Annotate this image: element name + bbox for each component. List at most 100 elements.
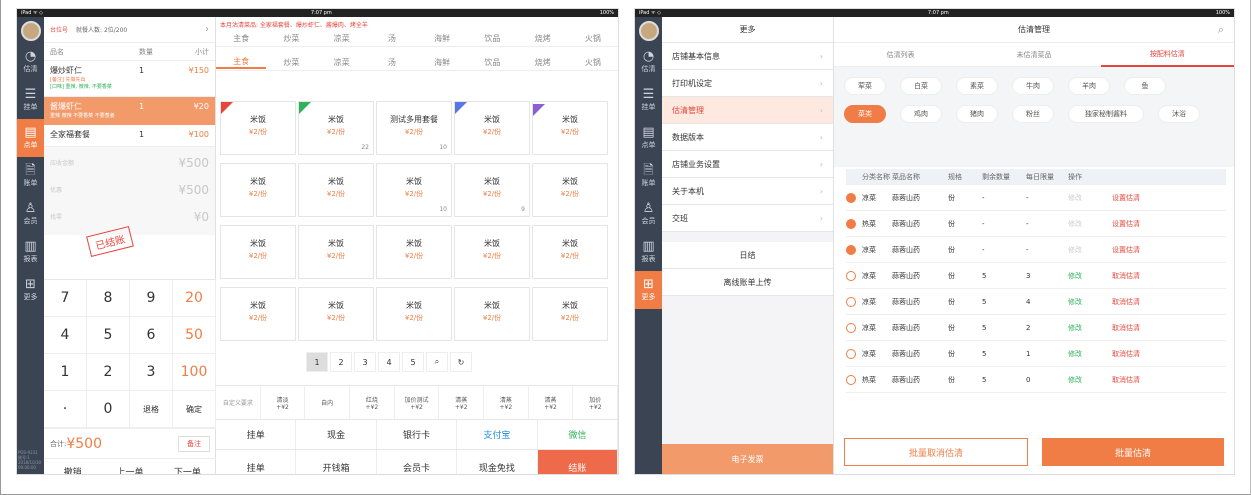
- avatar[interactable]: [638, 21, 659, 41]
- avatar[interactable]: [20, 21, 41, 41]
- keypad-key[interactable]: 1: [44, 354, 87, 391]
- more-menu-item[interactable]: 交班 ›: [662, 205, 833, 232]
- bottom-action-button[interactable]: 现金免找: [457, 450, 538, 474]
- sidebar-item-clock[interactable]: ◔ 估清: [17, 43, 44, 81]
- dish-card[interactable]: 米饭 ¥2/份: [532, 163, 608, 217]
- table-row[interactable]: 凉菜 蒜蓉山药 份 5 1 修改 取消估清: [846, 341, 1226, 367]
- sidebar-item-menu[interactable]: ▤ 点单: [17, 119, 44, 157]
- dish-card[interactable]: 测试多用套餐 ¥2/份 10: [376, 101, 452, 155]
- tab-tabs1[interactable]: 海鲜: [417, 33, 467, 44]
- dish-card[interactable]: 米饭 ¥2/份 22: [298, 101, 374, 155]
- keypad-key[interactable]: 9: [130, 280, 173, 317]
- tab-tabs1[interactable]: 火锅: [568, 33, 618, 44]
- bottom-action-button[interactable]: 结账: [537, 450, 618, 474]
- keypad-key[interactable]: 2: [87, 354, 130, 391]
- row-radio[interactable]: [846, 218, 856, 229]
- dish-card[interactable]: 米饭 ¥2/份: [376, 225, 452, 279]
- table-row[interactable]: 凉菜 蒜蓉山药 份 5 4 修改 取消估清: [846, 289, 1226, 315]
- order-action-button[interactable]: 撤销: [44, 465, 101, 474]
- tab-tabs2[interactable]: 炒菜: [266, 57, 316, 68]
- category-chip[interactable]: 猪肉: [956, 105, 998, 123]
- more-menu-item[interactable]: 估清管理 ›: [662, 97, 833, 124]
- table-row[interactable]: 凉菜 蒜蓉山药 份 - - 修改 设置估清: [846, 237, 1226, 263]
- dish-card[interactable]: 米饭 ¥2/份: [220, 225, 296, 279]
- modifier-button[interactable]: 清蒸 +¥2: [484, 386, 529, 419]
- order-item[interactable]: 爆炒虾仁 1 ¥150 [备注] 先做先出 [口味] 重辣, 微辣, 不要香菜: [44, 61, 215, 97]
- tab-tabs1[interactable]: 凉菜: [317, 33, 367, 44]
- page-button[interactable]: 4: [378, 352, 400, 372]
- edit-link[interactable]: 修改: [1068, 193, 1112, 203]
- estimate-toggle-link[interactable]: 取消估清: [1112, 323, 1158, 333]
- keypad-key[interactable]: ·: [44, 391, 87, 428]
- modifier-button[interactable]: 自定义要求: [216, 386, 261, 419]
- dish-card[interactable]: 米饭 ¥2/份: [454, 287, 530, 341]
- dish-card[interactable]: 米饭 ¥2/份: [454, 225, 530, 279]
- sidebar-item-chart[interactable]: ▥ 报表: [17, 233, 44, 271]
- payment-button[interactable]: 现金: [296, 420, 377, 449]
- dish-card[interactable]: 米饭 ¥2/份 9: [454, 163, 530, 217]
- category-chip[interactable]: 白菜: [900, 77, 942, 95]
- category-chip[interactable]: 鱼: [1124, 77, 1166, 95]
- batch-cancel-button[interactable]: 批量取消估清: [844, 438, 1028, 466]
- sidebar-item-bill[interactable]: 🗎 账单: [17, 157, 44, 195]
- dish-card[interactable]: 米饭 ¥2/份: [532, 225, 608, 279]
- edit-link[interactable]: 修改: [1068, 375, 1112, 385]
- tab-tabs2[interactable]: 饮品: [467, 57, 517, 68]
- sidebar-item-clock[interactable]: ◔ 估清: [635, 43, 662, 81]
- keypad-key[interactable]: 确定: [173, 391, 216, 428]
- keypad-key[interactable]: 20: [173, 280, 216, 317]
- tab-tabs1[interactable]: 烧烤: [518, 33, 568, 44]
- payment-button[interactable]: 支付宝: [457, 420, 538, 449]
- category-chip[interactable]: 独家秘制酱料: [1068, 105, 1144, 123]
- page-button[interactable]: 2: [330, 352, 352, 372]
- keypad-key[interactable]: 8: [87, 280, 130, 317]
- modifier-button[interactable]: 加价 +¥2: [573, 386, 618, 419]
- dish-card[interactable]: 米饭 ¥2/份: [298, 287, 374, 341]
- more-menu-item[interactable]: 关于本机 ›: [662, 178, 833, 205]
- edit-link[interactable]: 修改: [1068, 323, 1112, 333]
- search-icon[interactable]: ⌕: [426, 352, 448, 372]
- category-chip[interactable]: 荤菜: [844, 77, 886, 95]
- e-invoice-button[interactable]: 电子发票: [662, 444, 833, 474]
- dish-card[interactable]: 米饭 ¥2/份: [376, 287, 452, 341]
- edit-link[interactable]: 修改: [1068, 219, 1112, 229]
- dish-card[interactable]: 米饭 ¥2/份: [220, 287, 296, 341]
- edit-link[interactable]: 修改: [1068, 245, 1112, 255]
- sidebar-item-chart[interactable]: ▥ 报表: [635, 233, 662, 271]
- category-chip[interactable]: 粉丝: [1012, 105, 1054, 123]
- tab-tabs2[interactable]: 主食: [216, 56, 267, 69]
- sidebar-item-more[interactable]: ⊞ 更多: [17, 271, 44, 309]
- tab-tabs2[interactable]: 烧烤: [518, 57, 568, 68]
- dish-card[interactable]: 米饭 ¥2/份: [220, 101, 296, 155]
- row-radio[interactable]: [846, 374, 856, 385]
- tab-tabs2[interactable]: 火锅: [568, 57, 618, 68]
- order-item-selected[interactable]: 酱爆虾仁 1 ¥20 重辣 微辣 不要香菜 不要葱姜: [44, 97, 215, 125]
- sidebar-item-menu[interactable]: ▤ 点单: [635, 119, 662, 157]
- bottom-action-button[interactable]: 挂单: [216, 450, 297, 474]
- payment-button[interactable]: 微信: [538, 420, 618, 449]
- row-radio[interactable]: [846, 322, 856, 333]
- estimate-toggle-link[interactable]: 设置估清: [1112, 245, 1158, 255]
- order-action-button[interactable]: 下一单: [159, 465, 216, 474]
- table-row[interactable]: 凉菜 蒜蓉山药 份 5 3 修改 取消估清: [846, 263, 1226, 289]
- keypad-key[interactable]: 7: [44, 280, 87, 317]
- dish-card[interactable]: 米饭 ¥2/份: [454, 101, 530, 155]
- category-chip[interactable]: 鸡肉: [900, 105, 942, 123]
- row-radio[interactable]: [846, 192, 856, 203]
- payment-button[interactable]: 挂单: [216, 420, 297, 449]
- more-menu-item[interactable]: 店铺基本信息 ›: [662, 43, 833, 70]
- estimate-toggle-link[interactable]: 设置估清: [1112, 193, 1158, 203]
- modifier-button[interactable]: 清蒸 +¥2: [529, 386, 574, 419]
- sidebar-item-list[interactable]: ☰ 挂单: [635, 81, 662, 119]
- order-action-button[interactable]: 上一单: [101, 465, 158, 474]
- edit-link[interactable]: 修改: [1068, 349, 1112, 359]
- sidebar-item-member[interactable]: ♙ 会员: [635, 195, 662, 233]
- keypad-key[interactable]: 3: [130, 354, 173, 391]
- modifier-button[interactable]: 红烧 +¥2: [350, 386, 395, 419]
- row-radio[interactable]: [846, 296, 856, 307]
- estimate-tab[interactable]: 未估清菜品: [967, 50, 1100, 60]
- keypad-key[interactable]: 4: [44, 317, 87, 354]
- tab-tabs2[interactable]: 凉菜: [317, 57, 367, 68]
- modifier-button[interactable]: 清蒸 +¥2: [439, 386, 485, 419]
- estimate-tab[interactable]: 估清列表: [834, 50, 967, 60]
